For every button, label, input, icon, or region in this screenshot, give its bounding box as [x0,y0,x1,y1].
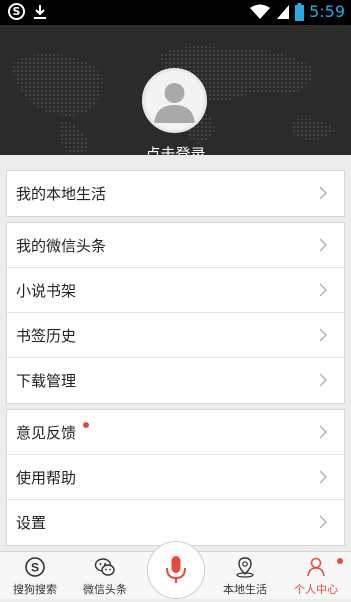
microphone-icon [166,556,186,583]
menu-item-settings[interactable]: 设置 [7,500,344,545]
wechat-icon [94,558,115,576]
chevron-right-icon [319,515,328,529]
user-silhouette-icon [154,83,195,123]
chevron-right-icon [319,328,328,342]
chevron-right-icon [319,238,328,252]
chevron-right-icon [319,283,328,297]
tab-label: 本地生活 [223,583,267,596]
menu-item-my-local-life[interactable]: 我的本地生活 [7,171,344,216]
menu-item-feedback[interactable]: 意见反馈 [7,410,344,455]
menu-item-label: 书签历史 [16,327,77,345]
person-icon [307,557,325,577]
menu-item-label: 我的微信头条 [16,237,107,255]
wifi-icon [250,4,271,19]
chevron-right-icon [319,470,328,484]
tab-label: 个人中心 [294,583,338,596]
location-pin-icon [236,557,254,578]
menu-group-support: 意见反馈 使用帮助 设置 [6,409,345,546]
tab-label: 微信头条 [83,583,127,596]
profile-header: 点击登录 [0,25,351,155]
menu-item-help[interactable]: 使用帮助 [7,455,344,500]
chevron-right-icon [319,425,328,439]
tab-label: 搜狗搜索 [13,583,57,596]
menu-item-label: 我的本地生活 [16,185,107,203]
status-time: 5:59 [309,2,345,21]
status-bar: S 5:59 [0,0,351,25]
menu-item-my-wechat-headlines[interactable]: 我的微信头条 [7,223,344,268]
menu-group-content: 我的微信头条 小说书架 书签历史 下载管理 [6,222,345,404]
tab-sogou-search[interactable]: S 搜狗搜索 [0,552,70,600]
menu-item-novel-bookshelf[interactable]: 小说书架 [7,268,344,313]
chevron-right-icon [319,373,328,387]
menu-item-download-manager[interactable]: 下载管理 [7,358,344,403]
download-icon [34,4,46,19]
menu-item-label: 小说书架 [16,282,77,300]
sogou-search-icon: S [25,557,45,577]
tab-wechat-headlines[interactable]: 微信头条 [70,552,140,600]
menu-item-label: 下载管理 [16,372,77,390]
battery-icon [295,2,305,21]
tab-local-life[interactable]: 本地生活 [210,552,280,600]
notification-dot [337,558,343,564]
svg-text:S: S [31,561,39,575]
sogou-notification-icon: S [8,3,25,20]
notification-dot [83,422,89,428]
chevron-right-icon [319,186,328,200]
login-link[interactable]: 点击登录 [0,143,351,155]
avatar[interactable] [142,68,207,133]
menu-group-local: 我的本地生活 [6,170,345,217]
voice-search-button[interactable] [147,541,205,599]
menu-item-bookmarks-history[interactable]: 书签历史 [7,313,344,358]
tab-personal-center[interactable]: 个人中心 [281,552,351,600]
menu-item-label: 设置 [16,514,47,532]
menu-item-label: 使用帮助 [16,469,77,487]
menu-item-label: 意见反馈 [16,424,77,442]
signal-icon [277,4,290,19]
